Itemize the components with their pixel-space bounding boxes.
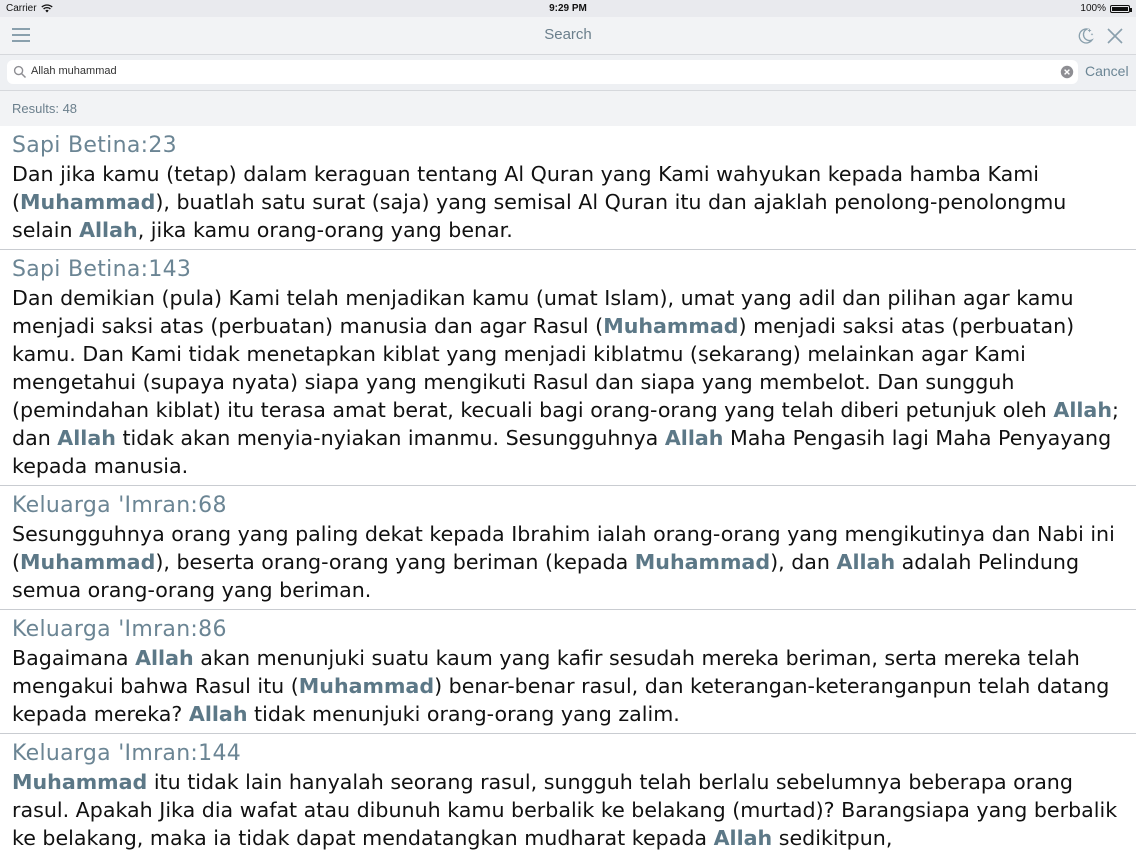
close-icon[interactable] xyxy=(1105,26,1125,46)
search-icon xyxy=(13,65,27,79)
highlighted-term: Allah xyxy=(135,646,194,670)
result-item[interactable]: Keluarga 'Imran:86 Bagaimana Allah akan m… xyxy=(0,610,1136,734)
highlighted-term: Allah xyxy=(188,702,248,726)
battery-percent: 100% xyxy=(1080,3,1106,14)
verse-text: Dan demikian (pula) Kami telah menjadika… xyxy=(12,284,1124,480)
verse-text-segment: ), beserta orang-orang yang beriman (kep… xyxy=(155,550,635,574)
search-input[interactable]: Allah muhammad xyxy=(7,60,1078,84)
results-list[interactable]: Sapi Betina:23 Dan jika kamu (tetap) dala… xyxy=(0,126,1136,852)
verse-reference: Keluarga 'Imran:86 xyxy=(12,617,227,642)
highlighted-term: Allah xyxy=(57,426,116,450)
result-item[interactable]: Keluarga 'Imran:144 Muhammad itu tidak la… xyxy=(0,734,1136,852)
highlighted-term: Muhammad xyxy=(298,674,435,698)
highlighted-term: Muhammad xyxy=(20,550,156,574)
verse-text-segment: tidak akan menyia-nyiakan imanmu. Sesung… xyxy=(115,426,665,450)
verse-reference: Sapi Betina:143 xyxy=(12,257,192,282)
search-query[interactable]: Allah muhammad xyxy=(31,65,117,77)
verse-reference: Keluarga 'Imran:144 xyxy=(12,741,242,766)
verse-text-segment: ), dan xyxy=(770,550,837,574)
verse-text-segment: sedikitpun, xyxy=(772,826,893,850)
night-mode-icon[interactable] xyxy=(1075,26,1095,46)
navigation-bar: Search xyxy=(0,17,1136,55)
verse-text: Dan jika kamu (tetap) dalam keraguan ten… xyxy=(12,160,1124,244)
battery-icon xyxy=(1110,4,1132,13)
verse-text-segment: , jika kamu orang-orang yang benar. xyxy=(137,218,513,242)
search-bar: Allah muhammad Cancel xyxy=(0,55,1136,91)
highlighted-term: Allah xyxy=(664,426,724,450)
verse-text: Bagaimana Allah akan menunjuki suatu kau… xyxy=(12,644,1124,728)
result-item[interactable]: Keluarga 'Imran:68 Sesungguhnya orang yan… xyxy=(0,486,1136,610)
results-header: Results: 48 xyxy=(0,91,1136,126)
verse-reference: Keluarga 'Imran:68 xyxy=(12,493,227,518)
result-item[interactable]: Sapi Betina:143 Dan demikian (pula) Kami … xyxy=(0,250,1136,486)
verse-reference: Sapi Betina:23 xyxy=(12,133,177,158)
highlighted-term: Allah xyxy=(79,218,138,242)
results-count: Results: 48 xyxy=(12,101,78,116)
highlighted-term: Allah xyxy=(836,550,896,574)
clear-search-icon[interactable] xyxy=(1060,65,1074,79)
verse-text: Muhammad itu tidak lain hanyalah seorang… xyxy=(12,768,1124,852)
battery-indicator: 100% xyxy=(1080,3,1132,14)
verse-text-segment: itu tidak lain hanyalah seorang rasul, s… xyxy=(12,770,1118,850)
verse-text: Sesungguhnya orang yang paling dekat kep… xyxy=(12,520,1124,604)
highlighted-term: Muhammad xyxy=(20,190,156,214)
status-bar: Carrier 9:29 PM 100% xyxy=(0,0,1136,17)
verse-text-segment: tidak menunjuki orang-orang yang zalim. xyxy=(247,702,680,726)
highlighted-term: Muhammad xyxy=(12,770,148,794)
highlighted-term: Allah xyxy=(1053,398,1112,422)
highlighted-term: Muhammad xyxy=(603,314,739,338)
verse-text-segment: Bagaimana xyxy=(12,646,136,670)
page-title: Search xyxy=(544,26,592,43)
status-time: 9:29 PM xyxy=(549,3,587,14)
cancel-button[interactable]: Cancel xyxy=(1085,63,1129,79)
highlighted-term: Allah xyxy=(713,826,773,850)
highlighted-term: Muhammad xyxy=(634,550,771,574)
result-item[interactable]: Sapi Betina:23 Dan jika kamu (tetap) dala… xyxy=(0,126,1136,250)
